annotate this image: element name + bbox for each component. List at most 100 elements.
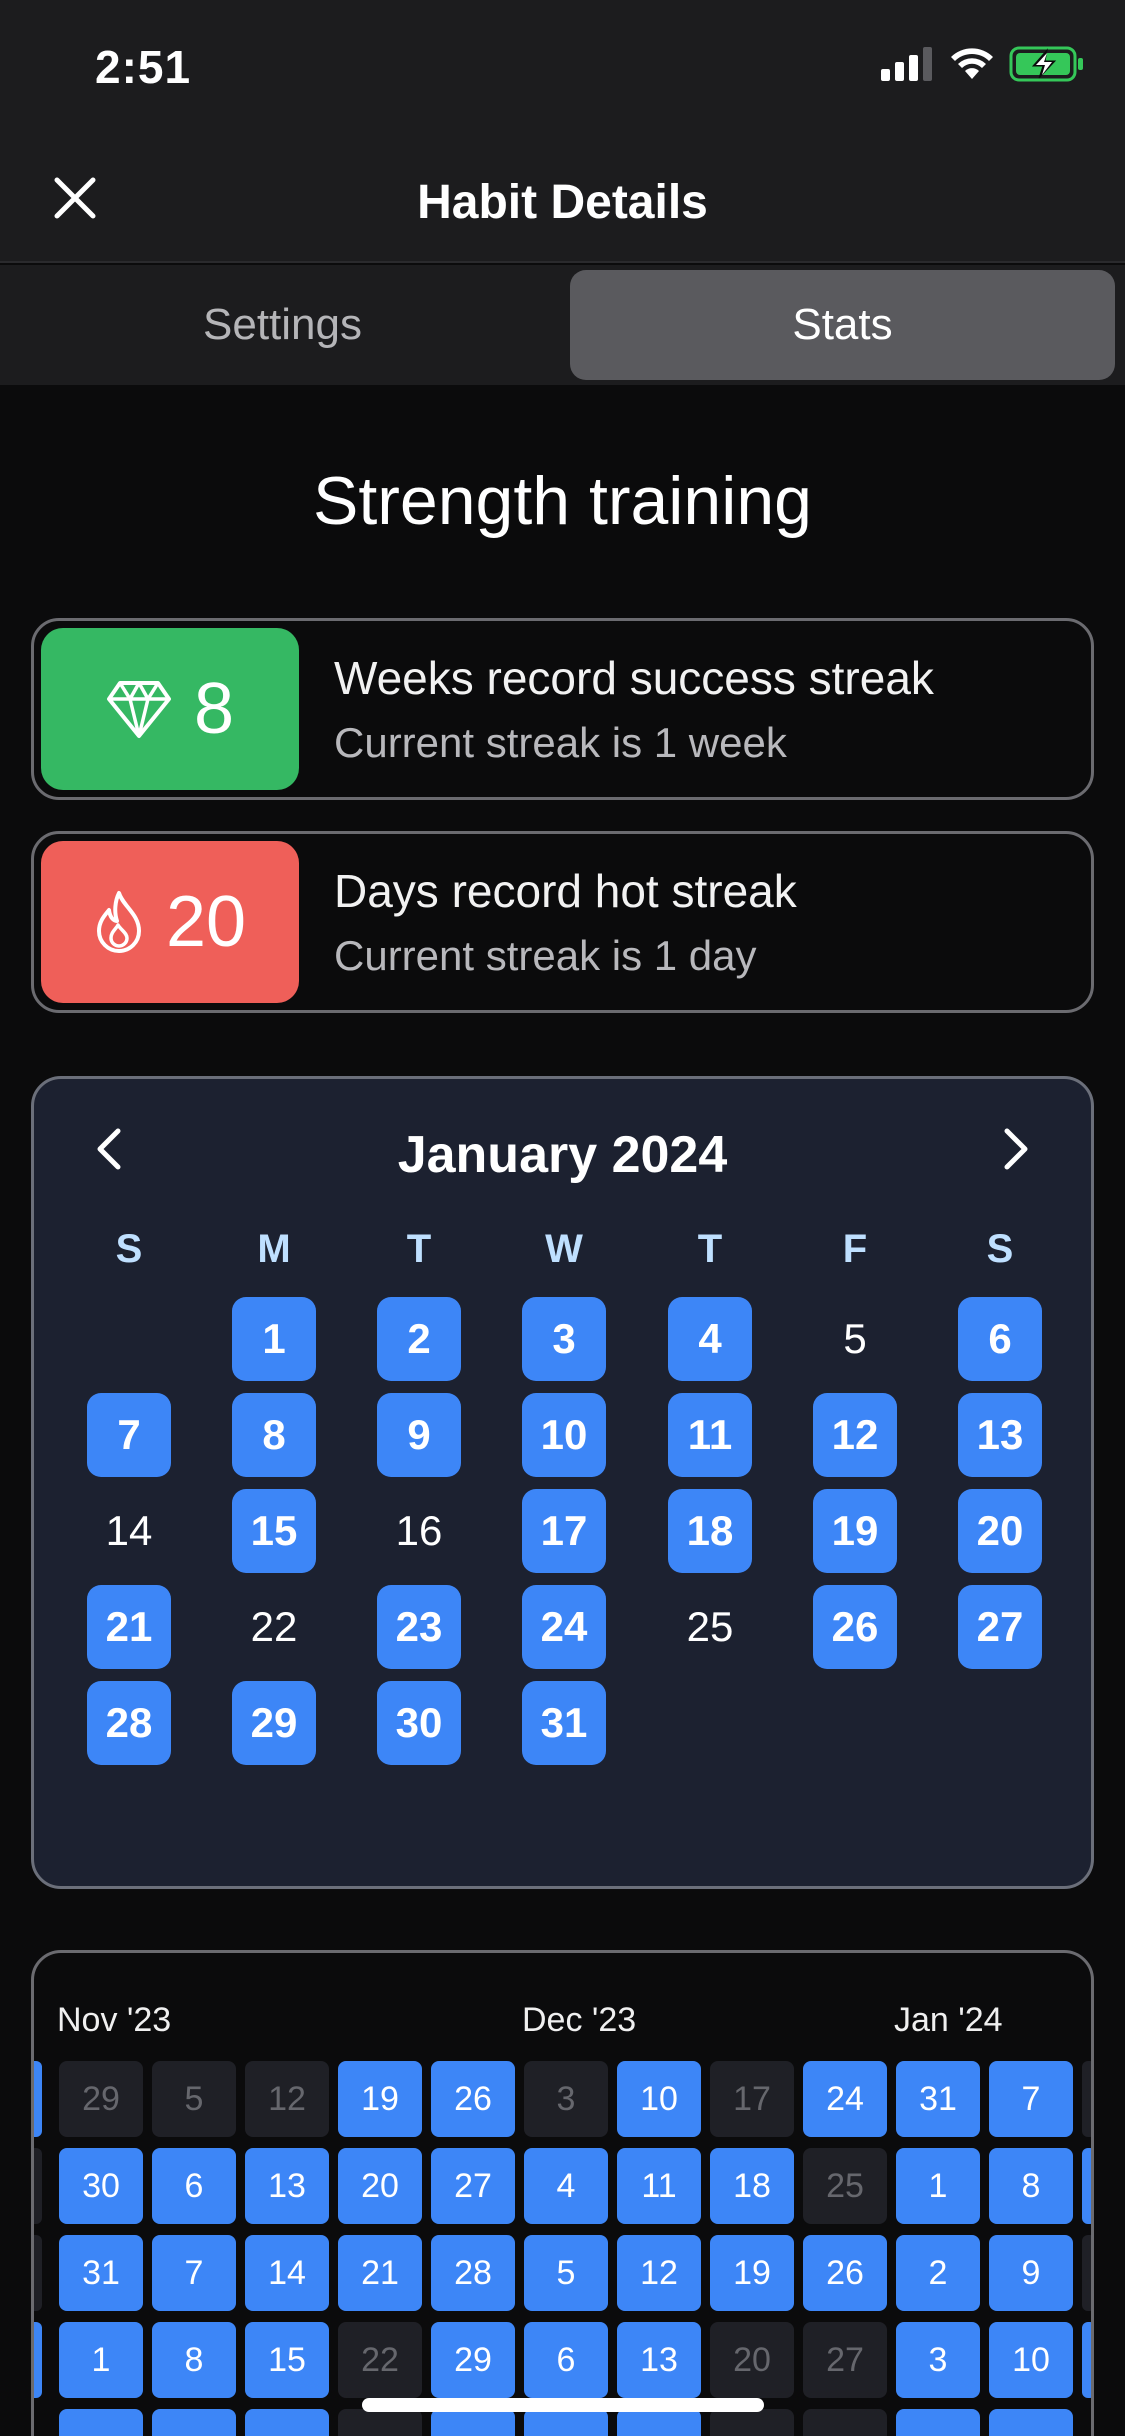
- battery-charging-icon: [1009, 46, 1083, 82]
- heatmap-cell-partial: [989, 2409, 1073, 2436]
- navigation-bar: Habit Details: [0, 135, 1125, 263]
- heatmap-cell: 4: [524, 2148, 608, 2224]
- calendar-day[interactable]: 23: [377, 1585, 461, 1669]
- calendar-day[interactable]: 13: [958, 1393, 1042, 1477]
- heatmap-cell: 11: [617, 2148, 701, 2224]
- heatmap-cell-partial: [617, 2409, 701, 2436]
- cellular-signal-icon: [881, 47, 932, 81]
- heatmap-cell: 27: [803, 2322, 887, 2398]
- heatmap-cell: 27: [431, 2148, 515, 2224]
- heatmap-cell-partial: [803, 2409, 887, 2436]
- heatmap-cell: 2: [896, 2235, 980, 2311]
- calendar-day[interactable]: 19: [813, 1489, 897, 1573]
- calendar-day[interactable]: 25: [668, 1585, 752, 1669]
- heatmap-edge-cell: [34, 2061, 42, 2137]
- heatmap-cell: 5: [152, 2061, 236, 2137]
- hot-streak-badge: 20: [41, 841, 299, 1003]
- heatmap-edge-cell: [34, 2322, 42, 2398]
- history-heatmap: Nov '23 Dec '23 Jan '24 29 5 12 19 26 3 10 17 24 31 7…: [31, 1950, 1094, 2436]
- heatmap-cell: 10: [617, 2061, 701, 2137]
- heatmap-cell: 3: [524, 2061, 608, 2137]
- heatmap-cell: 1: [59, 2322, 143, 2398]
- heatmap-cell: 15: [245, 2322, 329, 2398]
- calendar-day[interactable]: 8: [232, 1393, 316, 1477]
- success-streak-card: 8 Weeks record success streak Current st…: [31, 618, 1094, 800]
- page-title: Habit Details: [417, 176, 708, 229]
- heatmap-edge-cell: [1082, 2235, 1091, 2311]
- calendar-day[interactable]: 22: [232, 1585, 316, 1669]
- calendar-day[interactable]: 5: [813, 1297, 897, 1381]
- heatmap-cell: 24: [803, 2061, 887, 2137]
- heatmap-cell: 6: [524, 2322, 608, 2398]
- calendar-day[interactable]: 4: [668, 1297, 752, 1381]
- weekday-header: S: [115, 1227, 143, 1271]
- next-month-button[interactable]: [986, 1119, 1046, 1179]
- heatmap-cell: 28: [431, 2235, 515, 2311]
- calendar-day[interactable]: 28: [87, 1681, 171, 1765]
- calendar-day[interactable]: 21: [87, 1585, 171, 1669]
- heatmap-cell: 7: [152, 2235, 236, 2311]
- weekday-header: T: [697, 1227, 723, 1271]
- heatmap-cell: 21: [338, 2235, 422, 2311]
- success-streak-title: Weeks record success streak: [334, 652, 934, 704]
- heatmap-cell: 26: [431, 2061, 515, 2137]
- calendar-day[interactable]: 31: [522, 1681, 606, 1765]
- heatmap-cell: 25: [803, 2148, 887, 2224]
- heatmap-cell-partial: [896, 2409, 980, 2436]
- tab-stats[interactable]: Stats: [570, 270, 1115, 380]
- calendar-day[interactable]: 24: [522, 1585, 606, 1669]
- status-time: 2:51: [95, 41, 192, 93]
- heatmap-cell: 1: [896, 2148, 980, 2224]
- calendar-day[interactable]: 30: [377, 1681, 461, 1765]
- calendar-day[interactable]: 12: [813, 1393, 897, 1477]
- calendar-day[interactable]: 17: [522, 1489, 606, 1573]
- hot-streak-value: 20: [165, 882, 247, 962]
- calendar-day[interactable]: 7: [87, 1393, 171, 1477]
- hot-streak-subtitle: Current streak is 1 day: [334, 932, 757, 979]
- calendar-day[interactable]: 2: [377, 1297, 461, 1381]
- heatmap-cell: 9: [989, 2235, 1073, 2311]
- calendar-day[interactable]: 10: [522, 1393, 606, 1477]
- heatmap-cell-partial: [245, 2409, 329, 2436]
- weekday-header: T: [406, 1227, 432, 1271]
- hot-streak-card: 20 Days record hot streak Current streak…: [31, 831, 1094, 1013]
- heatmap-edge-cell: [1082, 2061, 1091, 2137]
- calendar-day[interactable]: 11: [668, 1393, 752, 1477]
- calendar-day[interactable]: 15: [232, 1489, 316, 1573]
- habit-name: Strength training: [313, 463, 812, 539]
- calendar-day[interactable]: 18: [668, 1489, 752, 1573]
- heatmap-cell-partial: [152, 2409, 236, 2436]
- calendar-day[interactable]: 16: [377, 1489, 461, 1573]
- calendar-day[interactable]: 14: [87, 1489, 171, 1573]
- heatmap-cell: 13: [617, 2322, 701, 2398]
- heatmap-cell: 30: [59, 2148, 143, 2224]
- heatmap-edge-cell: [1082, 2148, 1091, 2224]
- tab-settings[interactable]: Settings: [0, 270, 565, 380]
- heatmap-cell: 12: [617, 2235, 701, 2311]
- heatmap-cell: 19: [338, 2061, 422, 2137]
- heatmap-cell: 5: [524, 2235, 608, 2311]
- success-streak-badge: 8: [41, 628, 299, 790]
- status-icons: [881, 46, 1085, 82]
- heatmap-cell: 26: [803, 2235, 887, 2311]
- status-bar: 2:51: [0, 0, 1125, 135]
- calendar-day[interactable]: 26: [813, 1585, 897, 1669]
- heatmap-edge-cell: [34, 2235, 42, 2311]
- heatmap-cell: 12: [245, 2061, 329, 2137]
- calendar-day[interactable]: 20: [958, 1489, 1042, 1573]
- heatmap-cell: 20: [710, 2322, 794, 2398]
- heatmap-cell: 22: [338, 2322, 422, 2398]
- weekday-header: S: [986, 1227, 1014, 1271]
- calendar-month-title: January 2024: [397, 1126, 728, 1184]
- calendar-day[interactable]: 1: [232, 1297, 316, 1381]
- calendar-day[interactable]: 27: [958, 1585, 1042, 1669]
- success-streak-value: 8: [193, 669, 235, 749]
- heatmap-month-label: Jan '24: [894, 2001, 1003, 2039]
- calendar-day[interactable]: 29: [232, 1681, 316, 1765]
- calendar-day[interactable]: 6: [958, 1297, 1042, 1381]
- heatmap-cell: 7: [989, 2061, 1073, 2137]
- calendar-day[interactable]: 9: [377, 1393, 461, 1477]
- segmented-control: Settings Stats: [0, 265, 1125, 385]
- heatmap-cell: 20: [338, 2148, 422, 2224]
- calendar-day[interactable]: 3: [522, 1297, 606, 1381]
